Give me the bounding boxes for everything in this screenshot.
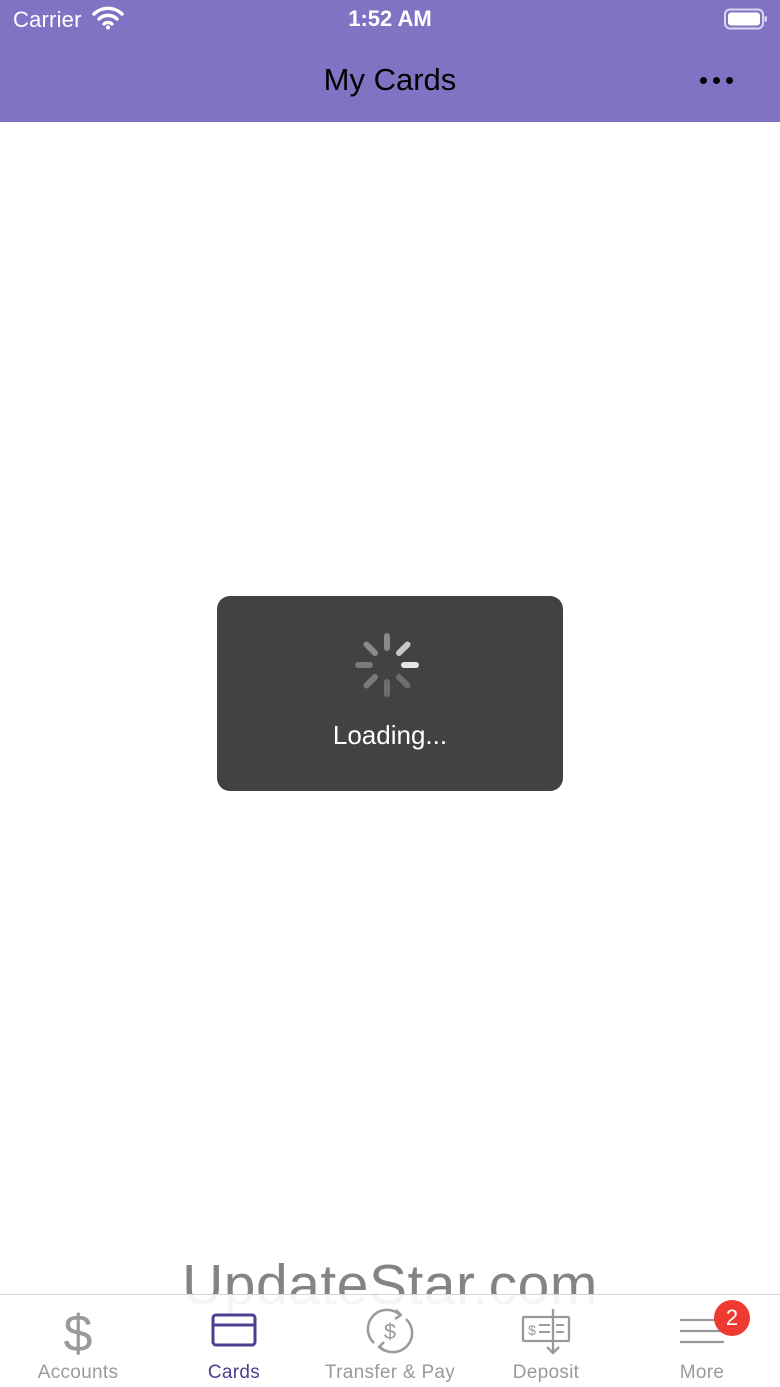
tab-accounts[interactable]: $ Accounts [0, 1295, 156, 1387]
status-bar: Carrier 1:52 AM [0, 0, 780, 40]
svg-text:$: $ [64, 1305, 93, 1359]
status-time: 1:52 AM [348, 6, 432, 31]
spinner-icon [355, 633, 419, 697]
tab-transfer-pay[interactable]: $ Transfer & Pay [312, 1295, 468, 1387]
nav-bar: My Cards [0, 40, 780, 122]
header: Carrier 1:52 AM My Cards [0, 0, 780, 122]
tab-label: Deposit [512, 1362, 580, 1383]
tab-label: More [679, 1362, 725, 1383]
svg-text:$: $ [384, 1319, 396, 1344]
ellipsis-icon [699, 76, 707, 84]
page-title: My Cards [323, 62, 457, 97]
check-deposit-icon: $ [521, 1309, 571, 1355]
credit-card-icon [211, 1313, 257, 1347]
loading-text: Loading... [332, 720, 448, 750]
ellipsis-icon [725, 76, 733, 84]
tab-label: Transfer & Pay [324, 1362, 456, 1383]
my-cards-screen: Carrier 1:52 AM My Cards Loading... Upda… [0, 0, 780, 1387]
dollar-icon: $ [64, 1305, 93, 1359]
tab-label: Cards [207, 1362, 261, 1383]
tab-label: Accounts [37, 1362, 119, 1383]
notification-badge: 2 [714, 1300, 750, 1336]
tab-deposit[interactable]: $ Deposit [468, 1295, 624, 1387]
tab-cards[interactable]: Cards [156, 1295, 312, 1387]
battery-icon [724, 8, 767, 30]
tab-more[interactable]: More [624, 1295, 780, 1387]
svg-text:$: $ [528, 1322, 536, 1338]
more-options-button[interactable] [690, 62, 742, 98]
tab-bar: $ Accounts Cards $ Transfer & Pay $ Depo… [0, 1294, 780, 1387]
ellipsis-icon [712, 76, 720, 84]
transfer-icon: $ [366, 1308, 414, 1354]
